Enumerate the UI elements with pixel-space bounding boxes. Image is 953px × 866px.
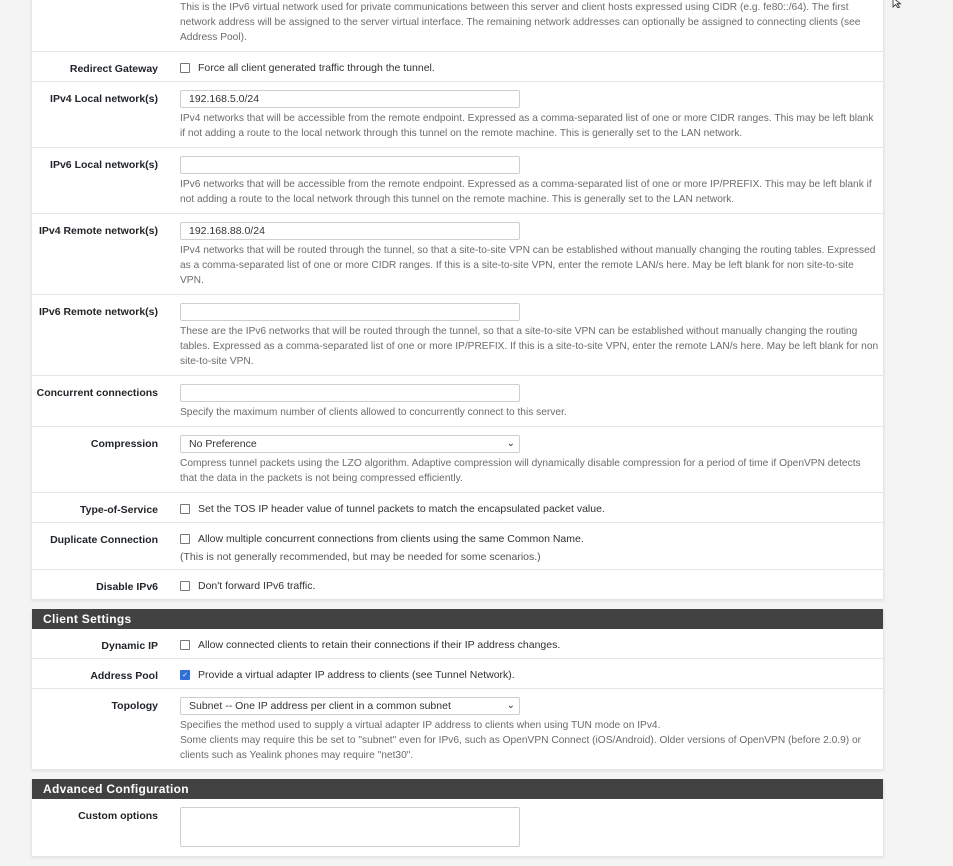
ipv4-local-network-row: IPv4 Local network(s) IPv4 networks that… (32, 82, 883, 148)
ipv6-local-network-row: IPv6 Local network(s) IPv6 networks that… (32, 148, 883, 214)
ipv6-remote-network-row: IPv6 Remote network(s) These are the IPv… (32, 295, 883, 376)
tunnel-settings-panel: This is the IPv6 virtual network used fo… (31, 0, 884, 599)
address-pool-label: Address Pool (90, 670, 158, 682)
checkbox-icon[interactable] (180, 534, 190, 544)
client-settings-panel: Client Settings Dynamic IP Allow connect… (31, 609, 884, 769)
ipv6-tunnel-network-help: This is the IPv6 virtual network used fo… (180, 2, 861, 43)
type-of-service-label: Type-of-Service (80, 504, 158, 516)
checkbox-icon[interactable] (180, 63, 190, 73)
compression-label: Compression (90, 438, 158, 450)
duplicate-connection-checkbox[interactable]: Allow multiple concurrent connections fr… (180, 531, 880, 545)
ipv4-local-network-label: IPv4 Local network(s) (50, 93, 158, 105)
redirect-gateway-label: Redirect Gateway (69, 63, 158, 75)
dynamic-ip-checkbox[interactable]: Allow connected clients to retain their … (180, 637, 880, 651)
ipv4-remote-network-input[interactable] (180, 222, 520, 240)
advanced-configuration-heading: Advanced Configuration (32, 779, 883, 799)
redirect-gateway-row: Redirect Gateway Force all client genera… (32, 52, 883, 82)
topology-label: Topology (111, 700, 158, 712)
ipv4-remote-network-label: IPv4 Remote network(s) (38, 225, 158, 237)
custom-options-row: Custom options (32, 799, 883, 856)
ipv6-local-network-input[interactable] (180, 156, 520, 174)
topology-row: Topology Subnet -- One IP address per cl… (32, 689, 883, 769)
compression-help: Compress tunnel packets using the LZO al… (180, 458, 861, 484)
topology-help-1: Specifies the method used to supply a vi… (180, 720, 661, 731)
ipv4-local-network-help: IPv4 networks that will be accessible fr… (180, 113, 874, 139)
checkbox-icon[interactable] (180, 640, 190, 650)
dynamic-ip-label: Dynamic IP (101, 640, 158, 652)
ipv6-remote-network-help: These are the IPv6 networks that will be… (180, 326, 879, 367)
dynamic-ip-row: Dynamic IP Allow connected clients to re… (32, 629, 883, 659)
checkbox-icon[interactable] (180, 581, 190, 591)
ipv4-local-network-input[interactable] (180, 90, 520, 108)
disable-ipv6-label: Disable IPv6 (96, 581, 158, 593)
topology-help-2: Some clients may require this be set to … (180, 735, 862, 761)
checkbox-icon[interactable] (180, 504, 190, 514)
type-of-service-row: Type-of-Service Set the TOS IP header va… (32, 493, 883, 523)
address-pool-checkbox[interactable]: ✓ Provide a virtual adapter IP address t… (180, 667, 880, 681)
chevron-down-icon: ⌄ (506, 700, 515, 711)
ipv6-local-network-label: IPv6 Local network(s) (50, 159, 158, 171)
ipv6-local-network-help: IPv6 networks that will be accessible fr… (180, 179, 872, 205)
disable-ipv6-row: Disable IPv6 Don't forward IPv6 traffic. (32, 570, 883, 599)
type-of-service-checkbox[interactable]: Set the TOS IP header value of tunnel pa… (180, 501, 880, 515)
concurrent-connections-input[interactable] (180, 384, 520, 402)
concurrent-connections-row: Concurrent connections Specify the maxim… (32, 376, 883, 427)
page-content: This is the IPv6 virtual network used fo… (31, 0, 884, 866)
duplicate-connection-note: (This is not generally recommended, but … (180, 551, 541, 563)
topology-select[interactable]: Subnet -- One IP address per client in a… (180, 697, 520, 715)
duplicate-connection-label: Duplicate Connection (50, 534, 158, 546)
address-pool-row: Address Pool ✓ Provide a virtual adapter… (32, 659, 883, 689)
ipv6-tunnel-network-help-row: This is the IPv6 virtual network used fo… (32, 0, 883, 52)
ipv4-remote-network-help: IPv4 networks that will be routed throug… (180, 245, 876, 286)
custom-options-textarea[interactable] (180, 807, 520, 847)
duplicate-connection-row: Duplicate Connection Allow multiple conc… (32, 523, 883, 570)
advanced-configuration-panel: Advanced Configuration Custom options (31, 779, 884, 856)
checkbox-checked-icon[interactable]: ✓ (180, 670, 190, 680)
ipv4-remote-network-row: IPv4 Remote network(s) IPv4 networks tha… (32, 214, 883, 295)
mouse-cursor-icon (892, 0, 902, 8)
chevron-down-icon: ⌄ (506, 438, 515, 449)
custom-options-label: Custom options (78, 810, 158, 822)
concurrent-connections-help: Specify the maximum number of clients al… (180, 407, 567, 418)
disable-ipv6-checkbox[interactable]: Don't forward IPv6 traffic. (180, 578, 880, 592)
compression-select[interactable]: No Preference ⌄ (180, 435, 520, 453)
ipv6-remote-network-label: IPv6 Remote network(s) (38, 306, 158, 318)
ipv6-remote-network-input[interactable] (180, 303, 520, 321)
compression-row: Compression No Preference ⌄ Compress tun… (32, 427, 883, 493)
redirect-gateway-checkbox[interactable]: Force all client generated traffic throu… (180, 60, 880, 74)
concurrent-connections-label: Concurrent connections (36, 387, 158, 399)
client-settings-heading: Client Settings (32, 609, 883, 629)
